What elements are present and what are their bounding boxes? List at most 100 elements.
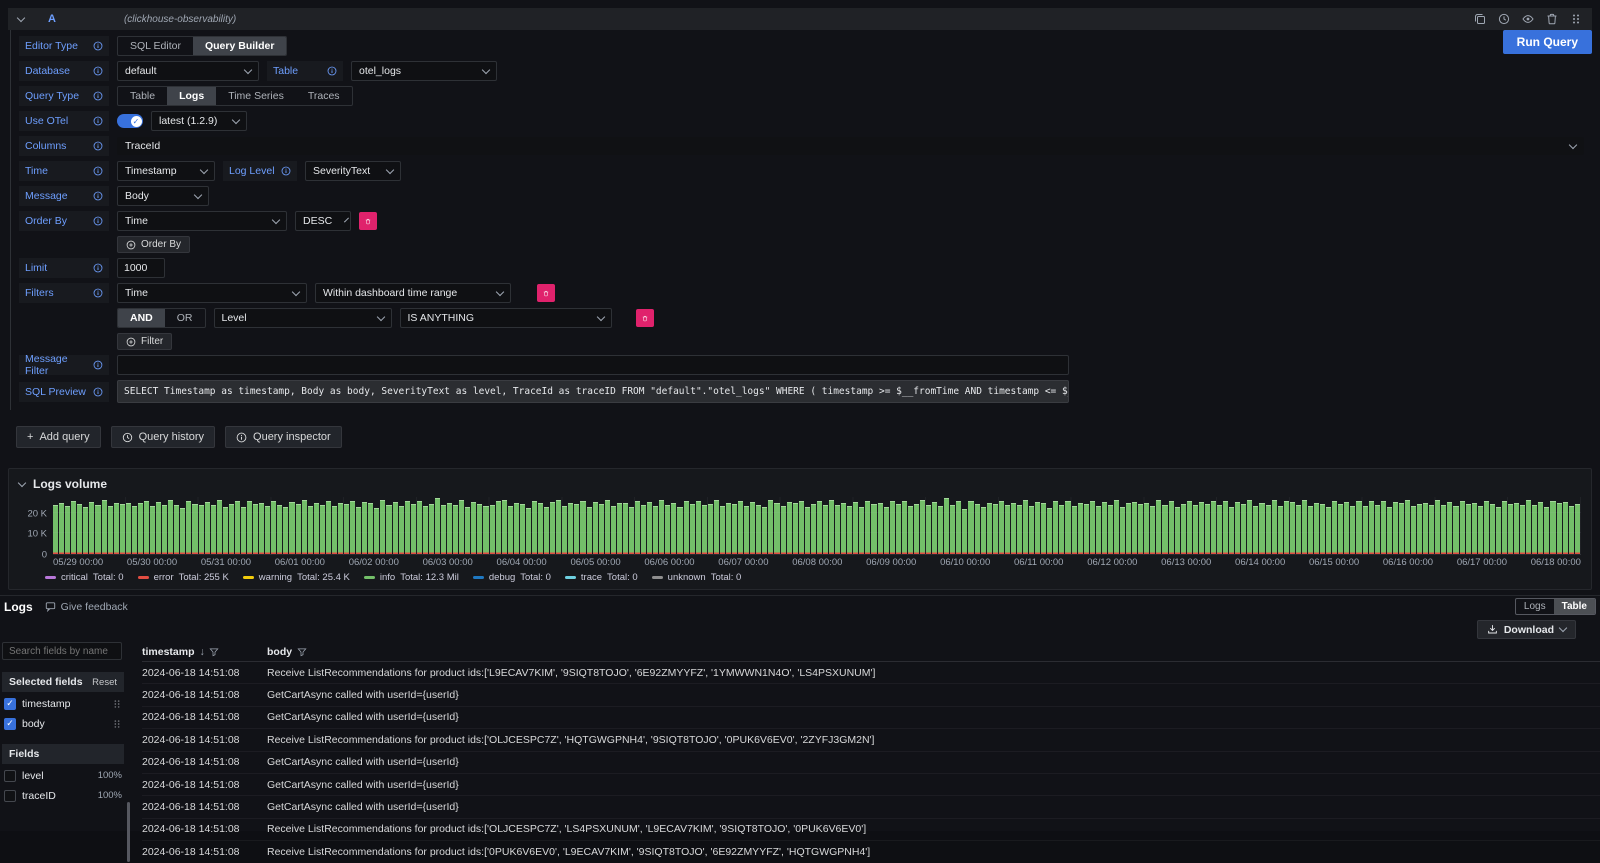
- volume-bar: [526, 508, 531, 554]
- add-filter-button[interactable]: Filter: [117, 333, 172, 350]
- legend-item-trace[interactable]: traceTotal: 0: [565, 572, 638, 583]
- info-icon[interactable]: [281, 166, 291, 176]
- field-checkbox[interactable]: [4, 790, 16, 802]
- filter-funnel-icon[interactable]: [297, 647, 307, 657]
- table-row[interactable]: 2024-06-18 14:51:08GetCartAsync called w…: [142, 752, 1600, 774]
- log-level-column-select[interactable]: SeverityText: [305, 161, 401, 181]
- columns-multiselect[interactable]: TraceId: [117, 137, 1584, 155]
- search-fields-input[interactable]: [2, 642, 122, 660]
- time-column-select[interactable]: Timestamp: [117, 161, 215, 181]
- info-icon[interactable]: [93, 191, 103, 201]
- drag-handle-icon[interactable]: [1570, 13, 1582, 25]
- legend-item-warning[interactable]: warningTotal: 25.4 K: [243, 572, 350, 583]
- volume-bar: [714, 500, 719, 554]
- remove-filter1-button[interactable]: [537, 284, 555, 302]
- legend-item-info[interactable]: infoTotal: 12.3 Mil: [364, 572, 459, 583]
- database-select[interactable]: default: [117, 61, 259, 81]
- use-otel-toggle[interactable]: ✓: [117, 114, 143, 128]
- table-row[interactable]: 2024-06-18 14:51:08Receive ListRecommend…: [142, 729, 1600, 751]
- table-row[interactable]: 2024-06-18 14:51:08GetCartAsync called w…: [142, 707, 1600, 729]
- query-inspector-button[interactable]: Query inspector: [225, 426, 342, 448]
- filter1-operator-select[interactable]: Within dashboard time range: [315, 283, 511, 303]
- give-feedback-link[interactable]: Give feedback: [45, 601, 128, 613]
- reset-fields-button[interactable]: Reset: [92, 677, 117, 688]
- download-button[interactable]: Download: [1477, 620, 1576, 639]
- timestamp-column-header[interactable]: timestamp ↓: [142, 646, 267, 658]
- editor-type-option-sql-editor[interactable]: SQL Editor: [118, 37, 193, 55]
- legend-item-unknown[interactable]: unknownTotal: 0: [652, 572, 742, 583]
- message-column-select[interactable]: Body: [117, 186, 209, 206]
- limit-input[interactable]: [117, 258, 165, 278]
- volume-bar: [483, 506, 488, 554]
- legend-item-critical[interactable]: criticalTotal: 0: [45, 572, 124, 583]
- field-checkbox[interactable]: [4, 770, 16, 782]
- collapse-query-chevron-icon[interactable]: [17, 13, 25, 21]
- field-checkbox[interactable]: ✓: [4, 698, 16, 710]
- query-row-header[interactable]: A (clickhouse-observability): [8, 8, 1592, 30]
- remove-order-by-button[interactable]: [359, 212, 377, 230]
- and-option[interactable]: AND: [118, 309, 165, 327]
- info-icon[interactable]: [93, 360, 103, 370]
- query-history-button[interactable]: Query history: [111, 426, 215, 448]
- editor-type-option-query-builder[interactable]: Query Builder: [193, 37, 286, 55]
- otel-version-select[interactable]: latest (1.2.9): [151, 111, 247, 131]
- table-row[interactable]: 2024-06-18 14:51:08Receive ListRecommend…: [142, 819, 1600, 841]
- legend-item-error[interactable]: errorTotal: 255 K: [138, 572, 229, 583]
- sidebar-scrollbar[interactable]: [127, 802, 130, 862]
- legend-total: Total: 12.3 Mil: [400, 572, 459, 583]
- volume-bar: [817, 501, 822, 554]
- history-icon: [122, 432, 133, 443]
- info-icon[interactable]: [93, 288, 103, 298]
- table-select[interactable]: otel_logs: [351, 61, 497, 81]
- legend-name: critical: [61, 572, 88, 583]
- info-icon[interactable]: [327, 66, 337, 76]
- table-row[interactable]: 2024-06-18 14:51:08GetCartAsync called w…: [142, 774, 1600, 796]
- info-icon[interactable]: [93, 263, 103, 273]
- duplicate-icon[interactable]: [1474, 13, 1486, 25]
- info-icon[interactable]: [93, 141, 103, 151]
- order-by-field-select[interactable]: Time: [117, 211, 287, 231]
- table-row[interactable]: 2024-06-18 14:51:08Receive ListRecommend…: [142, 662, 1600, 684]
- filter2-field-select[interactable]: Level: [214, 308, 392, 328]
- filter-funnel-icon[interactable]: [209, 647, 219, 657]
- query-type-option-table[interactable]: Table: [118, 87, 167, 105]
- view-option-logs[interactable]: Logs: [1516, 599, 1554, 614]
- info-icon[interactable]: [93, 387, 103, 397]
- table-row[interactable]: 2024-06-18 14:51:08GetCartAsync called w…: [142, 796, 1600, 818]
- run-query-button[interactable]: Run Query: [1503, 30, 1592, 54]
- sort-desc-icon[interactable]: ↓: [200, 646, 205, 658]
- remove-filter2-button[interactable]: [636, 309, 654, 327]
- query-type-option-logs[interactable]: Logs: [167, 87, 216, 105]
- sql-preview-code[interactable]: SELECT Timestamp as timestamp, Body as b…: [117, 380, 1069, 403]
- info-icon[interactable]: [93, 166, 103, 176]
- delete-query-icon[interactable]: [1546, 13, 1558, 25]
- add-order-by-button[interactable]: Order By: [117, 236, 190, 253]
- volume-bar: [1453, 506, 1458, 554]
- add-query-button[interactable]: + Add query: [16, 426, 101, 448]
- view-option-table[interactable]: Table: [1554, 599, 1595, 614]
- info-icon[interactable]: [93, 91, 103, 101]
- info-icon[interactable]: [93, 216, 103, 226]
- table-row[interactable]: 2024-06-18 14:51:08Receive ListRecommend…: [142, 841, 1600, 862]
- info-icon[interactable]: [93, 41, 103, 51]
- order-direction-select[interactable]: DESC: [295, 211, 351, 231]
- info-icon[interactable]: [93, 116, 103, 126]
- hide-response-icon[interactable]: [1522, 13, 1534, 25]
- filter2-operator-select[interactable]: IS ANYTHING: [400, 308, 612, 328]
- collapse-panel-chevron-icon[interactable]: [18, 478, 26, 486]
- logs-volume-header[interactable]: Logs volume: [19, 475, 1581, 493]
- info-icon[interactable]: [93, 66, 103, 76]
- table-row[interactable]: 2024-06-18 14:51:08GetCartAsync called w…: [142, 684, 1600, 706]
- query-type-option-traces[interactable]: Traces: [296, 87, 352, 105]
- history-icon[interactable]: [1498, 13, 1510, 25]
- body-column-header[interactable]: body: [267, 646, 1600, 658]
- drag-handle-icon[interactable]: [112, 699, 122, 709]
- legend-item-debug[interactable]: debugTotal: 0: [473, 572, 551, 583]
- filter1-field-select[interactable]: Time: [117, 283, 307, 303]
- message-filter-input[interactable]: [117, 355, 1069, 375]
- query-type-option-time-series[interactable]: Time Series: [216, 87, 296, 105]
- volume-bar: [587, 507, 592, 554]
- or-option[interactable]: OR: [165, 309, 205, 327]
- drag-handle-icon[interactable]: [112, 719, 122, 729]
- field-checkbox[interactable]: ✓: [4, 718, 16, 730]
